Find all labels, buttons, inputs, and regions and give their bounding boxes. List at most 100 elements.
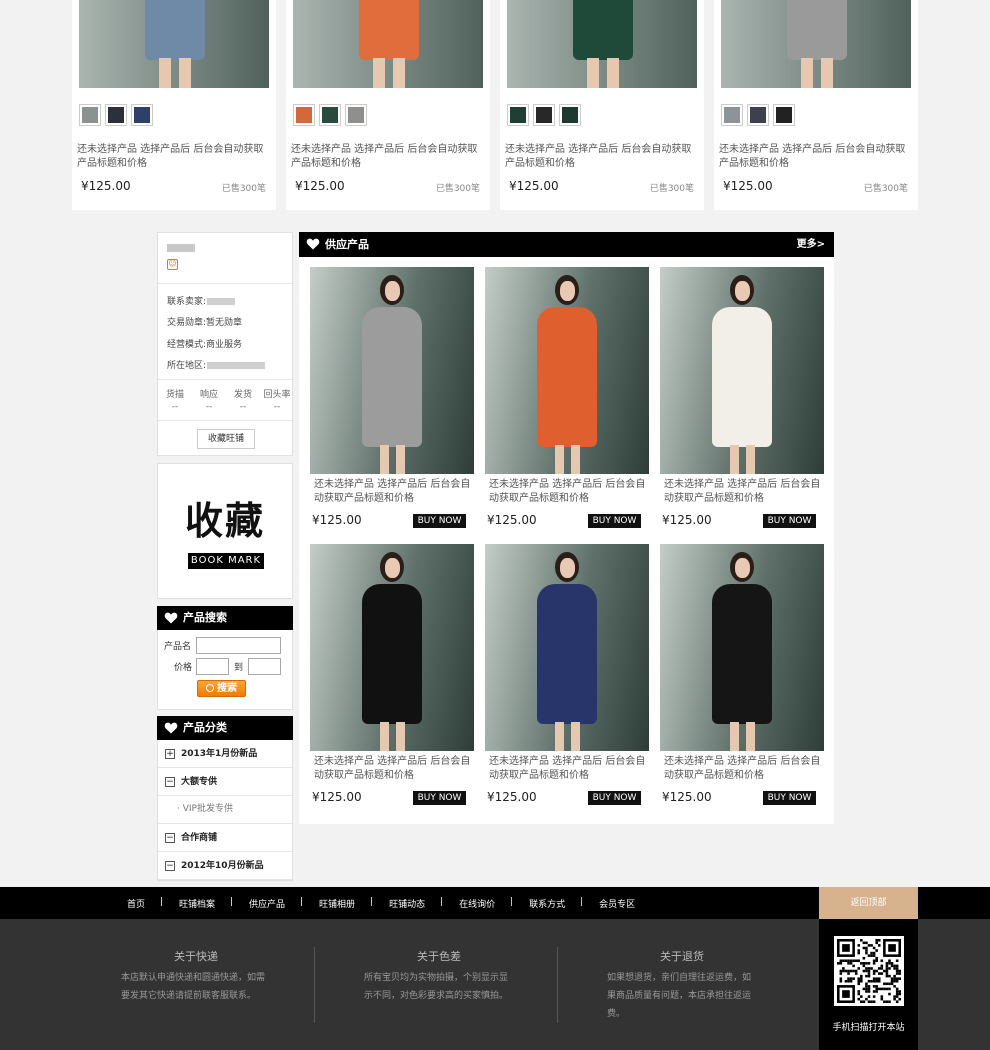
supply-product-card[interactable]: 还未选择产品 选择产品后 后台会自动获取产品标题和价格 ¥125.00 BUY NO… <box>310 267 474 532</box>
thumbnail[interactable] <box>533 104 555 126</box>
supply-product-card[interactable]: 还未选择产品 选择产品后 后台会自动获取产品标题和价格 ¥125.00 BUY NO… <box>485 267 649 532</box>
product-title[interactable]: 还未选择产品 选择产品后 后台会自动获取产品标题和价格 <box>489 478 647 506</box>
category-item[interactable]: −2012年10月份新品 <box>158 852 292 880</box>
product-title[interactable]: 还未选择产品 选择产品后 后台会自动获取产品标题和价格 <box>314 755 472 783</box>
product-price: ¥125.00 <box>487 513 537 527</box>
thumbnail[interactable] <box>507 104 529 126</box>
buy-now-button[interactable]: BUY NOW <box>413 791 466 805</box>
product-photo[interactable] <box>79 0 269 88</box>
footer-column-title: 关于退货 <box>660 950 704 963</box>
price-min-input[interactable] <box>196 658 229 675</box>
thumbnail-swatch <box>724 107 740 123</box>
buy-now-button[interactable]: BUY NOW <box>588 791 641 805</box>
top-product-card[interactable]: 还未选择产品 选择产品后 后台会自动获取产品标题和价格 ¥125.00 已售300笔 <box>500 0 704 210</box>
footer-column-text: 所有宝贝均为实物拍摄，个别显示显示不同，对色彩要求高的买家慎拍。 <box>364 973 509 1001</box>
nav-link[interactable]: 旺铺相册 <box>300 897 372 910</box>
supply-product-card[interactable]: 还未选择产品 选择产品后 后台会自动获取产品标题和价格 ¥125.00 BUY NO… <box>660 267 824 532</box>
product-title[interactable]: 还未选择产品 选择产品后 后台会自动获取产品标题和价格 <box>291 143 485 171</box>
skirt-shape <box>787 0 847 60</box>
dress-shape <box>537 307 597 447</box>
nav-link[interactable]: 联系方式 <box>510 897 582 910</box>
thumbnail-swatch <box>776 107 792 123</box>
thumbnail-swatch <box>82 107 98 123</box>
product-title[interactable]: 还未选择产品 选择产品后 后台会自动获取产品标题和价格 <box>664 478 822 506</box>
category-subitem[interactable]: · VIP批发专供 <box>158 796 292 824</box>
favorite-shop-button[interactable]: 收藏旺铺 <box>197 429 255 449</box>
category-item[interactable]: − 合作商铺 <box>158 824 292 852</box>
thumbnail[interactable] <box>293 104 315 126</box>
bookmark-tag: BOOK MARK <box>188 553 264 569</box>
product-name-label: 产品名 <box>164 642 192 652</box>
product-title[interactable]: 还未选择产品 选择产品后 后台会自动获取产品标题和价格 <box>505 143 699 171</box>
product-photo[interactable] <box>485 544 649 751</box>
nav-link[interactable]: 会员专区 <box>580 897 652 910</box>
nav-link[interactable]: 首页 <box>110 897 162 910</box>
product-photo[interactable] <box>293 0 483 88</box>
buy-now-button[interactable]: BUY NOW <box>413 514 466 528</box>
thumbnail[interactable] <box>345 104 367 126</box>
supply-product-card[interactable]: 还未选择产品 选择产品后 后台会自动获取产品标题和价格 ¥125.00 BUY NO… <box>660 544 824 809</box>
thumbnail-swatch <box>750 107 766 123</box>
product-title[interactable]: 还未选择产品 选择产品后 后台会自动获取产品标题和价格 <box>77 143 271 171</box>
category-item[interactable]: +2013年1月份新品 <box>158 740 292 768</box>
nav-link[interactable]: 在线询价 <box>440 897 512 910</box>
buy-now-button[interactable]: BUY NOW <box>763 514 816 528</box>
buy-now-button[interactable]: BUY NOW <box>763 791 816 805</box>
nav-link[interactable]: 供应产品 <box>230 897 302 910</box>
product-price: ¥125.00 <box>662 513 712 527</box>
top-product-card[interactable]: 还未选择产品 选择产品后 后台会自动获取产品标题和价格 ¥125.00 已售300笔 <box>714 0 918 210</box>
supply-product-card[interactable]: 还未选择产品 选择产品后 后台会自动获取产品标题和价格 ¥125.00 BUY NO… <box>310 544 474 809</box>
product-title[interactable]: 还未选择产品 选择产品后 后台会自动获取产品标题和价格 <box>489 755 647 783</box>
supply-product-card[interactable]: 还未选择产品 选择产品后 后台会自动获取产品标题和价格 ¥125.00 BUY NO… <box>485 544 649 809</box>
product-photo[interactable] <box>310 544 474 751</box>
thumbnail-swatch <box>322 107 338 123</box>
thumbnail[interactable] <box>105 104 127 126</box>
thumbnail[interactable] <box>747 104 769 126</box>
toggle-icon[interactable]: − <box>165 861 175 871</box>
product-title[interactable]: 还未选择产品 选择产品后 后台会自动获取产品标题和价格 <box>664 755 822 783</box>
top-product-card[interactable]: 还未选择产品 选择产品后 后台会自动获取产品标题和价格 ¥125.00 已售300笔 <box>286 0 490 210</box>
supply-heading: 供应产品 更多> <box>299 232 834 257</box>
product-category-panel: 产品分类 +2013年1月份新品 − 大额专供 · VIP批发专供 − 合作商铺 −2012… <box>157 716 293 881</box>
more-link[interactable]: 更多> <box>797 232 825 257</box>
thumbnail[interactable] <box>721 104 743 126</box>
footer-column-title: 关于快递 <box>174 950 218 963</box>
product-name-input[interactable] <box>196 637 281 654</box>
category-item[interactable]: − 大额专供 <box>158 768 292 796</box>
thumbnail[interactable] <box>131 104 153 126</box>
toggle-icon[interactable]: − <box>165 777 175 787</box>
shop-stat: 发货 -- <box>233 390 252 412</box>
nav-link[interactable]: 旺铺档案 <box>160 897 232 910</box>
product-photo[interactable] <box>660 267 824 474</box>
product-photo[interactable] <box>721 0 911 88</box>
product-photo[interactable] <box>507 0 697 88</box>
product-price: ¥125.00 <box>509 179 559 193</box>
toggle-icon[interactable]: − <box>165 833 175 843</box>
product-photo[interactable] <box>485 267 649 474</box>
wangwang-icon[interactable]: ☺ <box>167 259 178 270</box>
skirt-shape <box>359 0 419 60</box>
search-button[interactable]: 搜索 <box>197 680 246 697</box>
product-photo[interactable] <box>310 267 474 474</box>
price-max-input[interactable] <box>248 658 281 675</box>
thumbnail[interactable] <box>79 104 101 126</box>
thumbnail[interactable] <box>773 104 795 126</box>
top-product-card[interactable]: 还未选择产品 选择产品后 后台会自动获取产品标题和价格 ¥125.00 已售300笔 <box>72 0 276 210</box>
skirt-shape <box>145 0 205 60</box>
qr-box: 手机扫描打开本站 <box>819 919 918 1050</box>
buy-now-button[interactable]: BUY NOW <box>588 514 641 528</box>
product-title[interactable]: 还未选择产品 选择产品后 后台会自动获取产品标题和价格 <box>314 478 472 506</box>
location-row: 所在地区: <box>167 358 266 371</box>
toggle-icon[interactable]: + <box>165 749 175 759</box>
back-to-top-button[interactable]: 返回顶部 <box>819 887 918 919</box>
thumbnail[interactable] <box>319 104 341 126</box>
product-photo[interactable] <box>660 544 824 751</box>
bookmark-banner[interactable]: 收藏 BOOK MARK <box>157 463 293 599</box>
bookmark-title: 收藏 <box>184 499 265 543</box>
dress-shape <box>712 584 772 724</box>
thumbnail-swatch <box>348 107 364 123</box>
sidebar: ☺ 联系卖家: 交易勋章:暂无勋章 经营模式:商业服务 所在地区: 货描 -- 响应… <box>157 232 293 881</box>
thumbnail[interactable] <box>559 104 581 126</box>
product-title[interactable]: 还未选择产品 选择产品后 后台会自动获取产品标题和价格 <box>719 143 913 171</box>
nav-link[interactable]: 旺铺动态 <box>370 897 442 910</box>
